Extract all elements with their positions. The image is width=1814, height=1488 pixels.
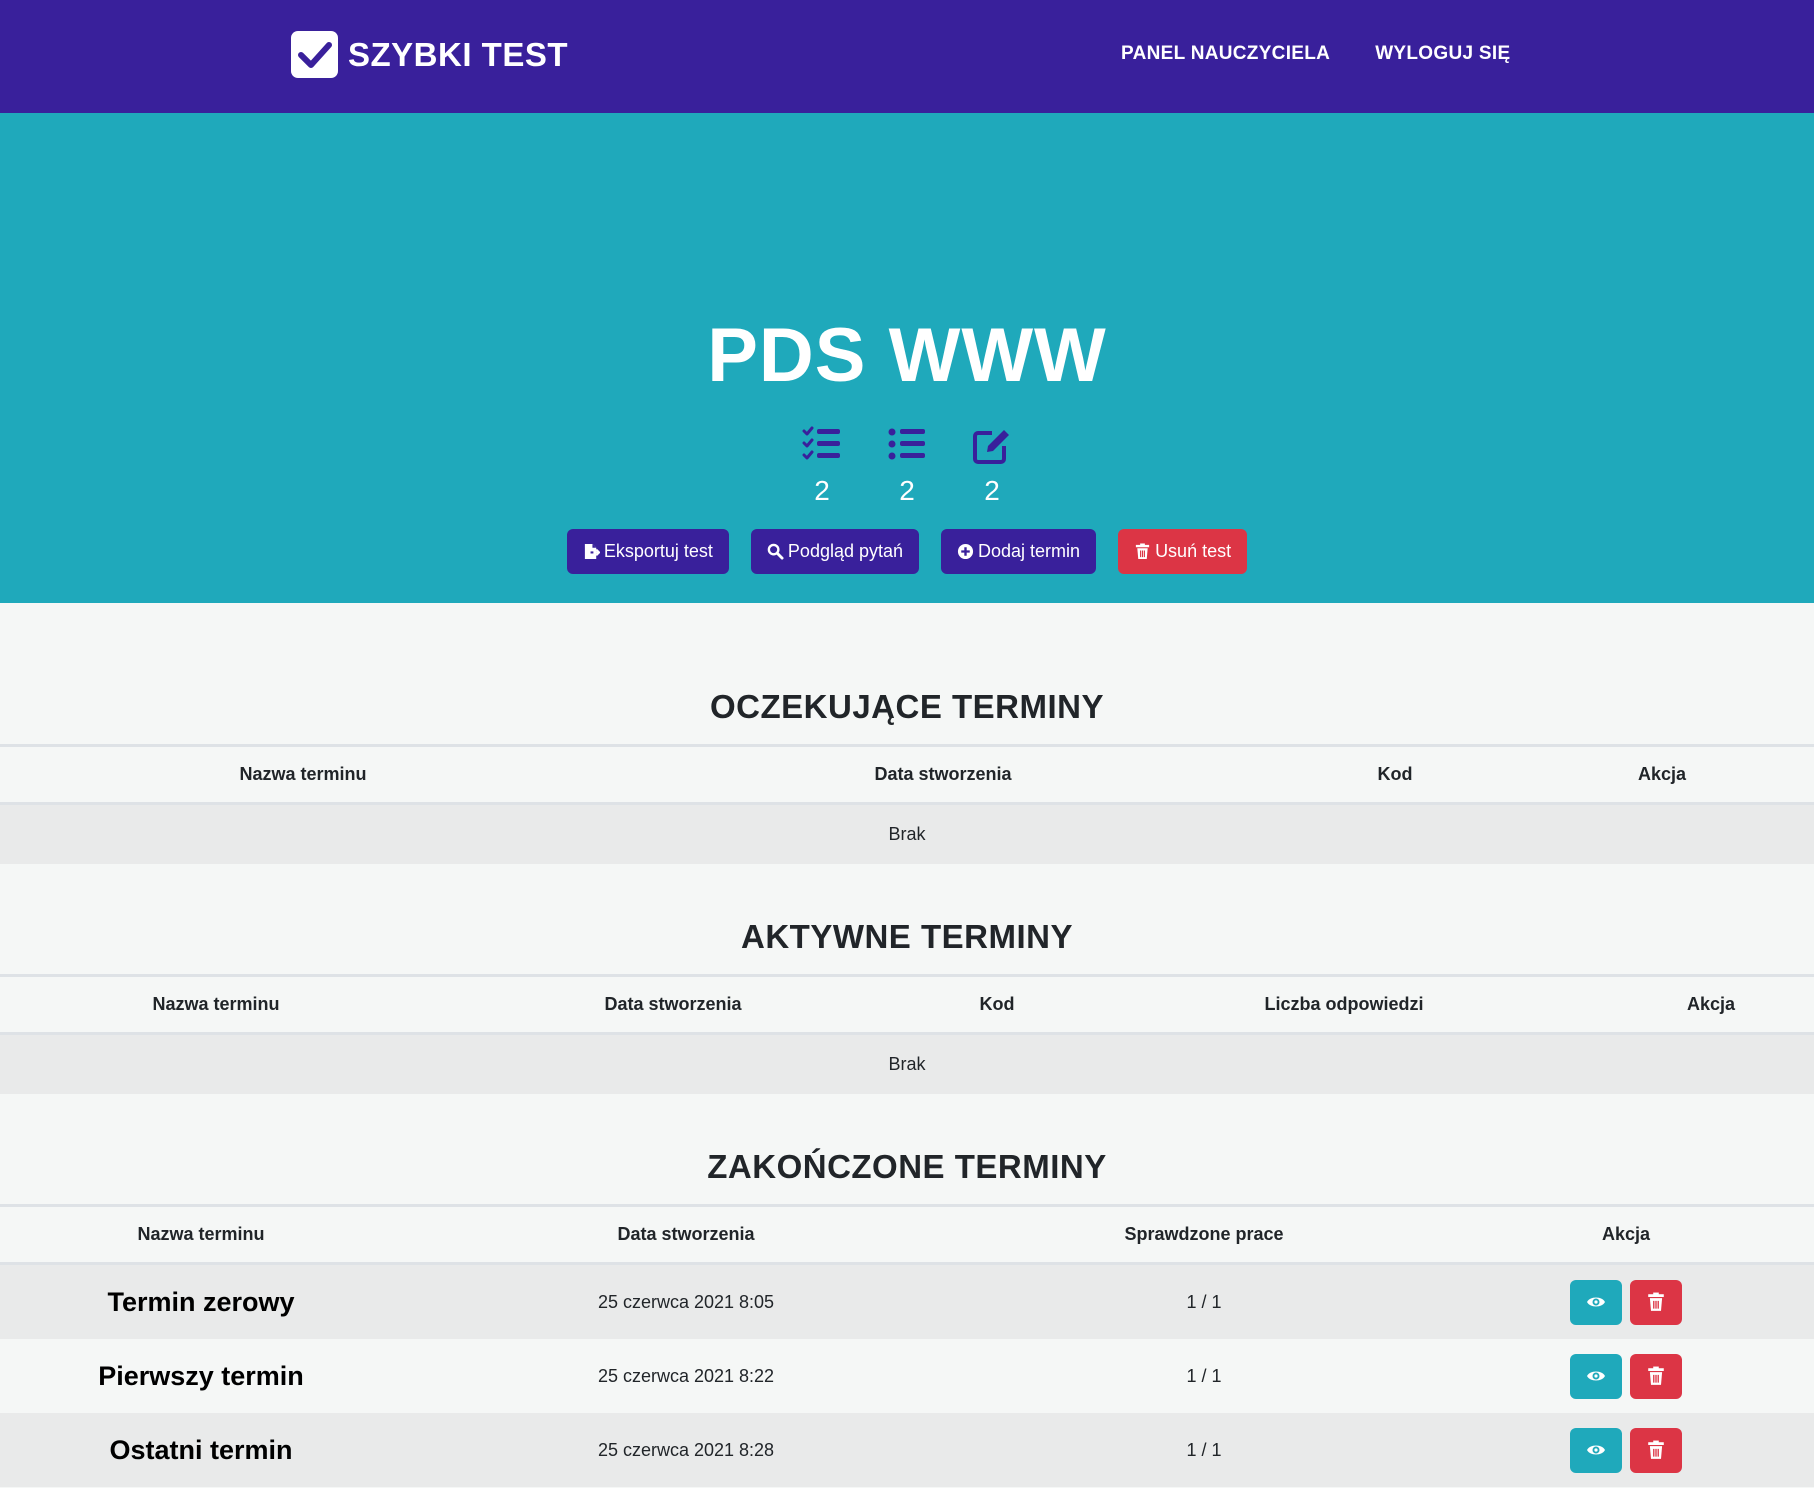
delete-test-label: Usuń test	[1155, 541, 1232, 561]
column-header: Akcja	[1601, 1224, 1651, 1244]
column-header: Sprawdzone prace	[1124, 1224, 1284, 1244]
delete-test-button[interactable]: Usuń test	[1118, 529, 1248, 574]
stat-edit: 2	[972, 426, 1012, 507]
term-checked: 1 / 1	[970, 1339, 1438, 1413]
export-test-button[interactable]: Eksportuj test	[566, 529, 729, 574]
finished-terms-table: Nazwa terminu Data stworzenia Sprawdzone…	[0, 1204, 1814, 1487]
term-name: Ostatni termin	[0, 1413, 402, 1487]
delete-term-button[interactable]	[1630, 1427, 1682, 1473]
column-header: Akcja	[1686, 994, 1736, 1014]
empty-message: Brak	[0, 803, 1814, 864]
column-header: Data stworzenia	[604, 994, 742, 1014]
term-checked: 1 / 1	[970, 1413, 1438, 1487]
checkmark-icon	[291, 31, 338, 78]
trash-icon	[1648, 1292, 1664, 1311]
stat-list: 2	[887, 426, 927, 507]
column-header: Akcja	[1637, 764, 1687, 784]
term-checked: 1 / 1	[970, 1263, 1438, 1339]
stat-list-value: 2	[899, 475, 915, 506]
trash-icon	[1135, 543, 1150, 560]
tasks-icon	[802, 426, 842, 469]
stat-tasks-value: 2	[814, 475, 830, 506]
term-date: 25 czerwca 2021 8:28	[402, 1413, 970, 1487]
pending-terms-title: OCZEKUJĄCE TERMINY	[709, 688, 1105, 725]
brand-name: SZYBKI TEST	[348, 35, 569, 73]
column-header: Kod	[1377, 764, 1413, 784]
column-header: Nazwa terminu	[152, 994, 280, 1014]
column-header: Data stworzenia	[617, 1224, 755, 1244]
table-row: Termin zerowy 25 czerwca 2021 8:05 1 / 1	[0, 1263, 1814, 1339]
add-term-button[interactable]: Dodaj termin	[941, 529, 1097, 574]
nav-link-teacher-panel[interactable]: PANEL NAUCZYCIELA	[1121, 43, 1330, 65]
active-terms-table: Nazwa terminu Data stworzenia Kod Liczba…	[0, 974, 1814, 1094]
table-header-row: Nazwa terminu Data stworzenia Kod Akcja	[0, 745, 1814, 804]
column-header: Data stworzenia	[874, 764, 1012, 784]
column-header: Nazwa terminu	[239, 764, 367, 784]
export-test-label: Eksportuj test	[603, 541, 713, 561]
stat-tasks: 2	[802, 426, 842, 507]
table-row: Ostatni termin 25 czerwca 2021 8:28 1 / …	[0, 1413, 1814, 1487]
column-header: Liczba odpowiedzi	[1264, 994, 1424, 1014]
search-icon	[767, 543, 784, 560]
test-actions: Eksportuj test Podgląd pytań Dodaj termi…	[0, 529, 1814, 574]
term-actions	[1438, 1413, 1814, 1487]
pending-terms-table: Nazwa terminu Data stworzenia Kod Akcja …	[0, 744, 1814, 864]
hero: PDS WWW 2 2 2 Eksportuj test Podgląd pyt…	[0, 113, 1814, 603]
trash-icon	[1648, 1440, 1664, 1459]
active-terms-title: AKTYWNE TERMINY	[741, 918, 1073, 955]
brand-logo[interactable]: SZYBKI TEST	[291, 31, 568, 78]
view-term-button[interactable]	[1570, 1353, 1622, 1399]
stat-edit-value: 2	[984, 475, 1000, 506]
plus-circle-icon	[957, 543, 974, 560]
finished-terms-title: ZAKOŃCZONE TERMINY	[707, 1148, 1107, 1185]
row-action-group	[1439, 1353, 1813, 1399]
test-stats: 2 2 2	[0, 426, 1814, 507]
nav-link-logout[interactable]: WYLOGUJ SIĘ	[1375, 43, 1510, 65]
view-term-button[interactable]	[1570, 1427, 1622, 1473]
table-header-row: Nazwa terminu Data stworzenia Kod Liczba…	[0, 975, 1814, 1034]
term-actions	[1438, 1263, 1814, 1339]
delete-term-button[interactable]	[1630, 1353, 1682, 1399]
table-header-row: Nazwa terminu Data stworzenia Sprawdzone…	[0, 1205, 1814, 1264]
table-row: Pierwszy termin 25 czerwca 2021 8:22 1 /…	[0, 1339, 1814, 1413]
add-term-label: Dodaj termin	[978, 541, 1081, 561]
eye-icon	[1587, 1297, 1605, 1307]
empty-row: Brak	[0, 803, 1814, 864]
page-title: PDS WWW	[707, 313, 1107, 398]
preview-questions-label: Podgląd pytań	[787, 541, 904, 561]
empty-message: Brak	[0, 1033, 1814, 1094]
preview-questions-button[interactable]: Podgląd pytań	[750, 529, 920, 574]
delete-term-button[interactable]	[1630, 1279, 1682, 1325]
row-action-group	[1439, 1427, 1813, 1473]
nav-links: PANEL NAUCZYCIELA WYLOGUJ SIĘ	[1121, 43, 1510, 65]
term-date: 25 czerwca 2021 8:05	[402, 1263, 970, 1339]
column-header: Kod	[979, 994, 1015, 1014]
view-term-button[interactable]	[1570, 1279, 1622, 1325]
column-header: Nazwa terminu	[137, 1224, 265, 1244]
empty-row: Brak	[0, 1033, 1814, 1094]
file-export-icon	[584, 543, 600, 560]
list-icon	[887, 426, 927, 469]
row-action-group	[1439, 1279, 1813, 1325]
navbar: SZYBKI TEST PANEL NAUCZYCIELA WYLOGUJ SI…	[0, 0, 1814, 113]
term-name: Termin zerowy	[0, 1263, 402, 1339]
eye-icon	[1587, 1445, 1605, 1455]
eye-icon	[1587, 1371, 1605, 1381]
term-name: Pierwszy termin	[0, 1339, 402, 1413]
term-date: 25 czerwca 2021 8:22	[402, 1339, 970, 1413]
trash-icon	[1648, 1366, 1664, 1385]
edit-icon	[972, 426, 1012, 469]
term-actions	[1438, 1339, 1814, 1413]
